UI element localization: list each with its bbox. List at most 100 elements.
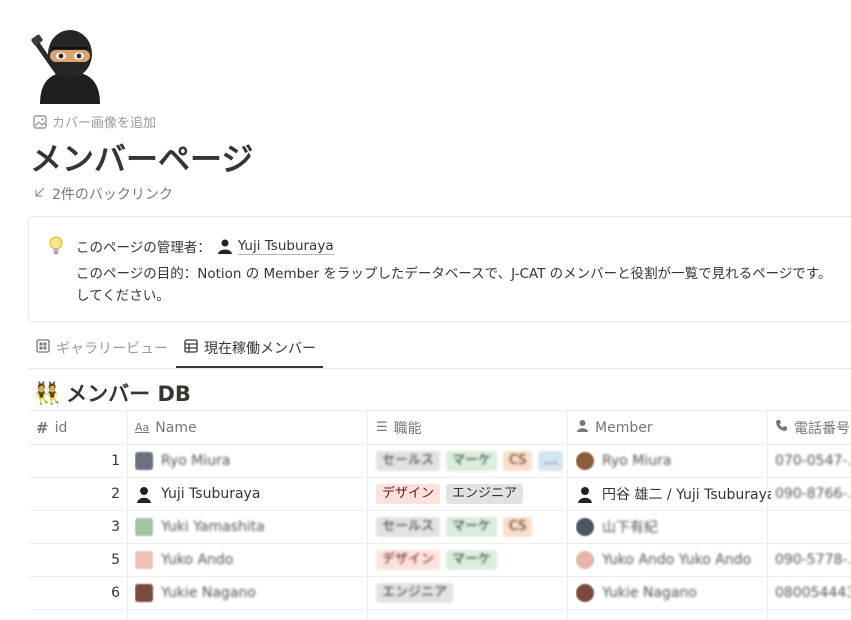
member-text: Yukie Nagano (602, 584, 697, 601)
avatar (576, 485, 594, 503)
add-cover-button[interactable]: カバー画像を追加 (33, 112, 156, 131)
table-row[interactable]: 6 Yukie Nagano エンジニア Yukie Nagano 080054… (28, 576, 851, 610)
callout-admin-line: このページの管理者： Yuji Tsuburaya (76, 236, 334, 256)
multi-select-icon: ☰ (376, 420, 388, 435)
table-icon (184, 339, 198, 357)
cell-id: 2 (111, 485, 120, 502)
callout-purpose-line: このページの目的：Notion の Member をラップしたデータベースで、J… (76, 266, 832, 282)
role-tag: CS (503, 516, 533, 537)
cell-role[interactable]: セールス マーケ CS … (376, 444, 571, 477)
database-title[interactable]: 👯 メンバー DB (34, 378, 191, 408)
role-tag: デザイン (376, 549, 441, 570)
avatar (135, 550, 153, 569)
role-tag: デザイン (376, 483, 441, 504)
table-row[interactable]: 2 Yuji Tsuburaya デザイン エンジニア 円谷 雄二 / Yuji… (28, 477, 851, 511)
member-text: 円谷 雄二 / Yuji Tsuburaya (602, 486, 771, 503)
cell-member[interactable]: 円谷 雄二 / Yuji Tsuburaya (576, 477, 771, 510)
table-header: # id Aa Name ☰ 職能 Member 電話番号 (28, 410, 851, 445)
role-tag: セールス (376, 450, 441, 471)
cell-id: 1 (111, 452, 120, 469)
text-property-icon: Aa (135, 421, 150, 434)
avatar (576, 583, 594, 602)
cell-id: 5 (111, 551, 120, 568)
cell-id: 3 (111, 518, 120, 535)
cell-role[interactable]: デザイン マーケ (376, 543, 571, 576)
avatar (576, 517, 594, 536)
name-text: Ryo Miura (161, 452, 231, 469)
cell-role[interactable]: デザイン エンジニア (376, 477, 571, 510)
column-header-name[interactable]: Aa Name (135, 411, 197, 444)
column-header-member[interactable]: Member (576, 411, 653, 444)
avatar (216, 238, 233, 254)
role-tag: … (538, 450, 564, 471)
tab-label: 現在稼働メンバー (204, 341, 316, 357)
cell-member[interactable]: 山下有紀 (576, 510, 771, 543)
avatar (576, 451, 594, 470)
tab-gallery-view[interactable]: ギャラリービュー (36, 338, 168, 358)
member-text: 山下有紀 (602, 519, 658, 536)
avatar (135, 451, 153, 470)
cell-member[interactable]: Yukie Nagano (576, 576, 771, 609)
avatar (135, 517, 153, 536)
cell-phone[interactable]: 080054443… (775, 576, 851, 609)
column-label: 電話番号 (794, 420, 850, 437)
cell-name[interactable]: Yuki Yamashita (135, 510, 370, 543)
cell-name[interactable]: Yuji Tsuburaya (135, 477, 370, 510)
callout-block: このページの管理者： Yuji Tsuburaya このページの目的：Notio… (28, 216, 851, 322)
cell-role[interactable]: エンジニア (376, 576, 571, 609)
table-row[interactable]: 5 Yuko Ando デザイン マーケ Yuko Ando Yuko Ando… (28, 543, 851, 577)
member-text: Yuko Ando Yuko Ando (602, 551, 752, 568)
tab-current-members[interactable]: 現在稼働メンバー (184, 338, 316, 358)
column-header-role[interactable]: ☰ 職能 (376, 411, 422, 444)
tab-label: ギャラリービュー (56, 341, 168, 357)
name-text: Yuko Ando (161, 551, 234, 568)
column-label: id (54, 419, 68, 436)
gallery-icon (36, 339, 50, 357)
role-tag: エンジニア (376, 582, 454, 603)
add-cover-label: カバー画像を追加 (52, 116, 157, 131)
table-row[interactable]: 1 Ryo Miura セールス マーケ CS … Ryo Miura 070-… (28, 444, 851, 478)
cell-name[interactable]: Yuko Ando (135, 543, 370, 576)
avatar (576, 550, 594, 569)
column-header-id[interactable]: # id (36, 411, 67, 444)
name-text: Yuji Tsuburaya (161, 485, 261, 502)
role-tag: エンジニア (446, 483, 524, 504)
name-text: Yuki Yamashita (161, 518, 265, 535)
table-row[interactable]: 3 Yuki Yamashita セールス マーケ CS 山下有紀 (28, 510, 851, 544)
member-text: Ryo Miura (602, 452, 672, 469)
cell-phone[interactable]: 070-0547-… (775, 444, 851, 477)
cell-phone[interactable] (775, 510, 851, 543)
role-tag: マーケ (446, 549, 498, 570)
light-bulb-icon (49, 236, 63, 256)
avatar (135, 583, 153, 602)
arrow-down-left-icon (34, 186, 46, 202)
cell-phone[interactable]: 090-5778-… (775, 543, 851, 576)
admin-label: このページの管理者： (76, 240, 211, 256)
active-tab-indicator (176, 366, 323, 368)
cell-name[interactable]: Yukie Nagano (135, 576, 370, 609)
dancers-icon: 👯 (34, 380, 61, 405)
callout-purpose-line-cont: してください。 (76, 288, 170, 304)
role-tag: マーケ (446, 516, 498, 537)
image-icon (33, 114, 47, 129)
user-mention[interactable]: Yuji Tsuburaya (216, 237, 334, 255)
avatar (135, 485, 153, 503)
cell-member[interactable]: Yuko Ando Yuko Ando (576, 543, 771, 576)
backlinks-link[interactable]: 2件のバックリンク (34, 184, 173, 204)
page-title[interactable]: メンバーページ (30, 134, 253, 180)
cell-phone[interactable]: 090-8766-… (775, 477, 851, 510)
view-tabs: ギャラリービュー 現在稼働メンバー (28, 330, 851, 369)
cell-name[interactable]: Ryo Miura (135, 444, 370, 477)
column-label: 職能 (393, 420, 422, 437)
cell-role[interactable]: セールス マーケ CS (376, 510, 571, 543)
ninja-icon[interactable] (30, 28, 110, 104)
column-header-phone[interactable]: 電話番号 (775, 411, 850, 444)
admin-name: Yuji Tsuburaya (237, 237, 334, 255)
cell-member[interactable]: Ryo Miura (576, 444, 771, 477)
database-title-label: メンバー DB (66, 382, 191, 406)
column-label: Member (595, 419, 653, 436)
role-tag: CS (503, 450, 533, 471)
person-icon (576, 419, 589, 436)
column-label: Name (155, 419, 197, 436)
backlinks-label: 2件のバックリンク (52, 187, 173, 203)
